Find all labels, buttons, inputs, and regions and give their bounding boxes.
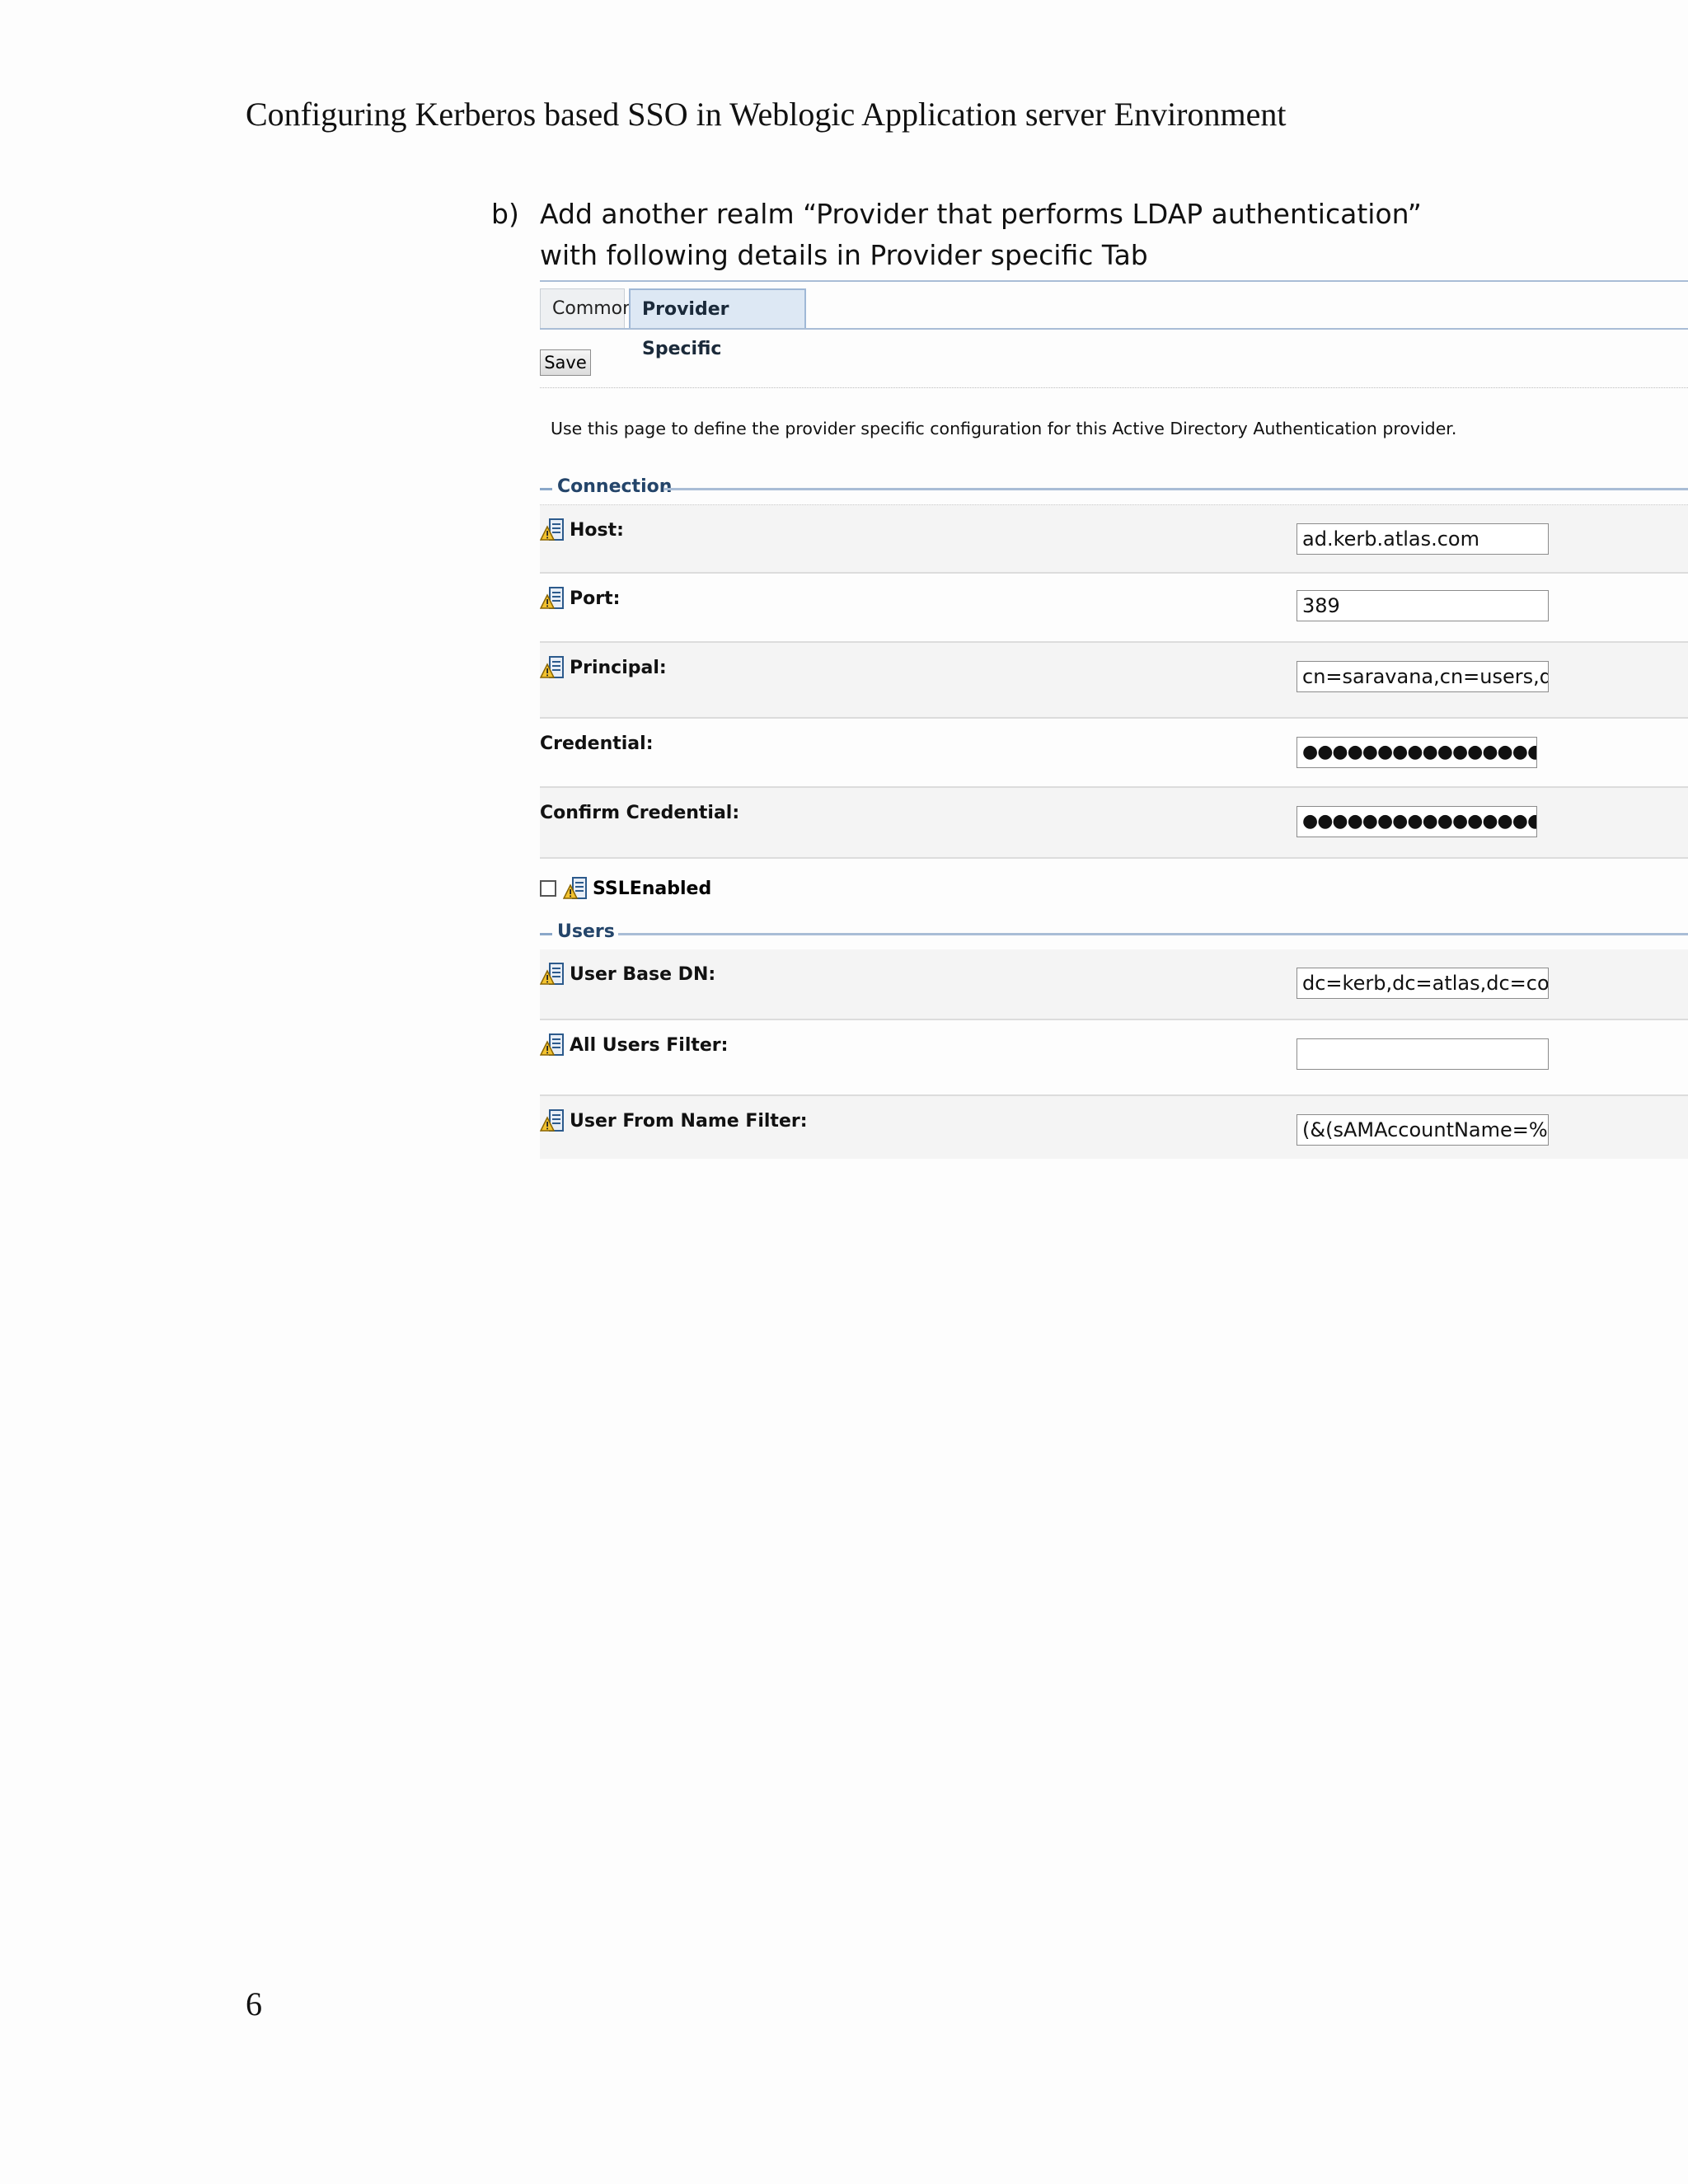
users-section-title: Users	[557, 921, 621, 942]
ssl-enabled-row: SSLEnabled	[540, 875, 711, 902]
user-base-dn-row: User Base DN: dc=kerb,dc=atlas,dc=com	[540, 949, 1688, 1020]
dynamic-config-icon	[540, 654, 566, 681]
dynamic-config-icon	[540, 585, 566, 612]
credential-input[interactable]: ●●●●●●●●●●●●●●●●●●●	[1296, 737, 1537, 768]
credential-row: Credential: ●●●●●●●●●●●●●●●●●●●	[540, 719, 1688, 788]
console-screenshot: Common Provider Specific Save Use this p…	[540, 280, 1688, 1162]
all-users-filter-row: All Users Filter:	[540, 1020, 1688, 1096]
save-button[interactable]: Save	[540, 349, 591, 376]
step-marker: b)	[491, 198, 519, 230]
ssl-enabled-checkbox[interactable]	[540, 880, 556, 897]
port-row: Port: 389	[540, 574, 1688, 643]
users-section-header: Users	[540, 921, 1688, 946]
confirm-credential-label: Confirm Credential:	[540, 803, 740, 823]
user-from-name-filter-row: User From Name Filter: (&(sAMAccountName…	[540, 1096, 1688, 1159]
user-base-dn-input[interactable]: dc=kerb,dc=atlas,dc=com	[1296, 968, 1549, 999]
user-from-name-filter-label: User From Name Filter:	[570, 1110, 808, 1132]
step-text: Add another realm “Provider that perform…	[540, 198, 1422, 271]
principal-row: Principal: cn=saravana,cn=users,dc=	[540, 643, 1688, 719]
tab-divider	[540, 328, 1688, 330]
all-users-filter-label: All Users Filter:	[570, 1034, 729, 1056]
connection-section-header: Connection	[540, 476, 1688, 501]
all-users-filter-input[interactable]	[1296, 1038, 1549, 1070]
dynamic-config-icon	[540, 1108, 566, 1134]
port-label: Port:	[570, 588, 621, 609]
credential-label: Credential:	[540, 733, 654, 754]
dynamic-config-icon	[540, 1032, 566, 1058]
confirm-credential-row: Confirm Credential: ●●●●●●●●●●●●●●●●●●●	[540, 788, 1688, 859]
top-divider	[540, 280, 1688, 282]
dynamic-config-icon	[540, 961, 566, 987]
user-base-dn-label: User Base DN:	[570, 963, 716, 985]
dynamic-config-icon	[563, 875, 589, 902]
tab-provider-specific[interactable]: Provider Specific	[629, 288, 806, 359]
dotted-divider	[540, 387, 1688, 388]
confirm-credential-input[interactable]: ●●●●●●●●●●●●●●●●●●●	[1296, 806, 1537, 837]
page-description: Use this page to define the provider spe…	[551, 419, 1457, 438]
page-number: 6	[246, 1985, 262, 2022]
connection-section-title: Connection	[557, 476, 679, 497]
host-input[interactable]: ad.kerb.atlas.com	[1296, 523, 1549, 555]
ssl-enabled-label: SSLEnabled	[593, 878, 712, 899]
port-input[interactable]: 389	[1296, 590, 1549, 621]
host-label: Host:	[570, 519, 624, 541]
user-from-name-filter-input[interactable]: (&(sAMAccountName=%u	[1296, 1114, 1549, 1146]
principal-input[interactable]: cn=saravana,cn=users,dc=	[1296, 661, 1549, 692]
principal-label: Principal:	[570, 657, 667, 678]
host-row: Host: ad.kerb.atlas.com	[540, 504, 1688, 574]
tab-common[interactable]: Common	[540, 288, 634, 328]
document-header: Configuring Kerberos based SSO in Weblog…	[246, 96, 1287, 133]
dynamic-config-icon	[540, 517, 566, 543]
